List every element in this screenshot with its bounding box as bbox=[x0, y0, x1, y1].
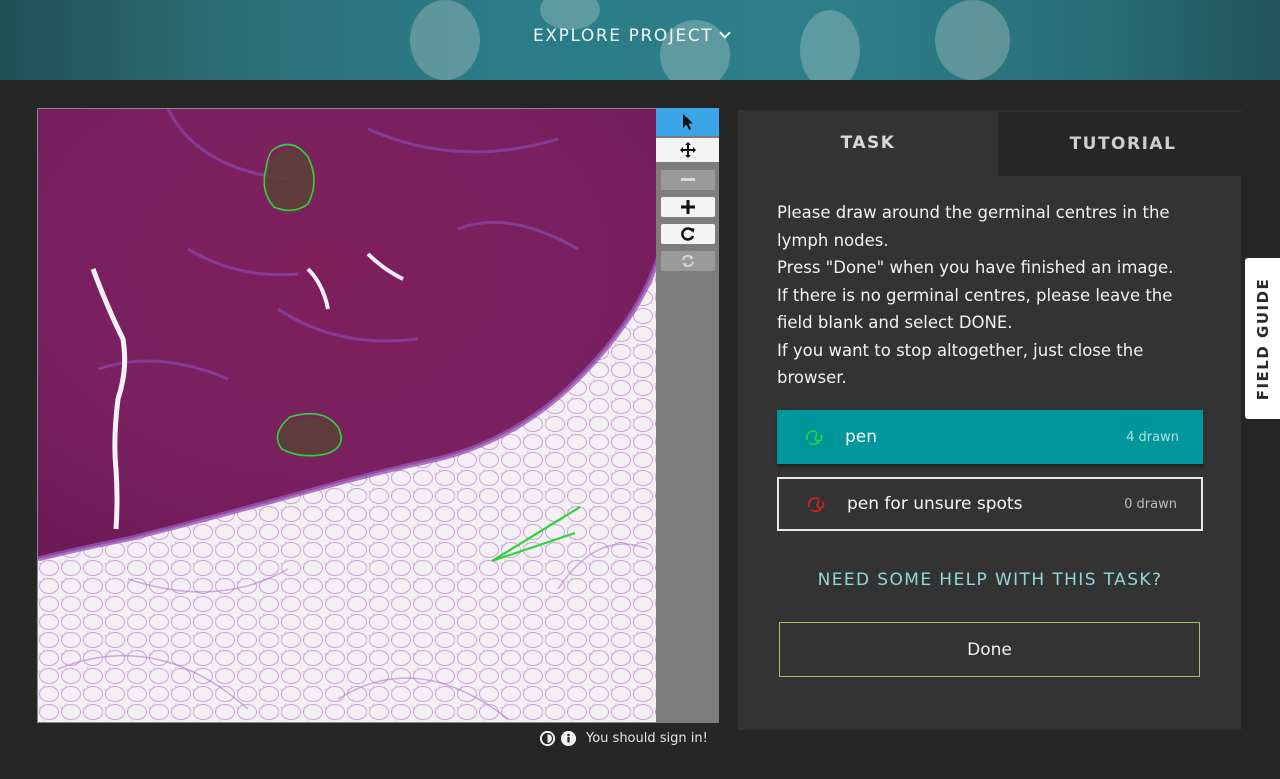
drawing-tool-pen-unsure[interactable]: pen for unsure spots 0 drawn bbox=[777, 477, 1203, 531]
banner-decoration bbox=[410, 0, 480, 80]
task-panel: TASK TUTORIAL Please draw around the ger… bbox=[738, 110, 1248, 730]
project-header-banner: EXPLORE PROJECT bbox=[0, 0, 1280, 80]
freehand-pen-icon bbox=[808, 497, 825, 513]
banner-decoration bbox=[935, 0, 1010, 80]
tab-task[interactable]: TASK bbox=[738, 110, 998, 176]
viewer-toolbar bbox=[656, 108, 719, 723]
freehand-pen-icon bbox=[806, 430, 823, 446]
refresh-icon bbox=[681, 227, 695, 241]
drawing-tool-label: pen bbox=[845, 427, 878, 447]
pointer-tool-button[interactable] bbox=[656, 108, 719, 136]
drawing-tool-label: pen for unsure spots bbox=[847, 494, 1023, 514]
cursor-arrow-icon bbox=[682, 114, 693, 130]
viewer-footer: You should sign in! bbox=[540, 728, 708, 748]
zoom-in-button[interactable] bbox=[661, 197, 715, 217]
rotate-icon bbox=[682, 255, 694, 267]
move-arrows-icon bbox=[679, 142, 696, 158]
info-icon[interactable] bbox=[561, 730, 576, 746]
invert-colors-icon[interactable] bbox=[540, 730, 555, 746]
plus-icon bbox=[681, 200, 695, 214]
lymph-node-tissue-image[interactable] bbox=[38, 109, 657, 723]
subject-image-viewer[interactable] bbox=[37, 108, 657, 723]
rotate-button[interactable] bbox=[661, 251, 715, 271]
banner-decoration bbox=[800, 10, 860, 80]
tab-tutorial[interactable]: TUTORIAL bbox=[998, 112, 1248, 176]
drawn-count: 4 drawn bbox=[1126, 429, 1179, 445]
instruction-line: Please draw around the germinal centres … bbox=[777, 203, 1170, 250]
field-guide-label: FIELD GUIDE bbox=[1253, 277, 1272, 400]
drawn-count: 0 drawn bbox=[1124, 496, 1177, 512]
task-help-link[interactable]: NEED SOME HELP WITH THIS TASK? bbox=[778, 570, 1202, 590]
explore-project-label: EXPLORE PROJECT bbox=[533, 26, 714, 46]
instruction-line: Press "Done" when you have finished an i… bbox=[777, 258, 1174, 277]
sign-in-notice[interactable]: You should sign in! bbox=[586, 731, 708, 746]
pan-tool-button[interactable] bbox=[656, 138, 719, 162]
explore-project-menu[interactable]: EXPLORE PROJECT bbox=[533, 26, 731, 46]
chevron-down-icon bbox=[719, 27, 731, 39]
reset-view-button[interactable] bbox=[661, 224, 715, 244]
done-button[interactable]: Done bbox=[779, 622, 1200, 677]
zoom-out-button[interactable] bbox=[661, 170, 715, 190]
drawing-tool-pen[interactable]: pen 4 drawn bbox=[777, 410, 1203, 464]
field-guide-tab[interactable]: FIELD GUIDE bbox=[1245, 258, 1280, 419]
instruction-line: If there is no germinal centres, please … bbox=[777, 285, 1173, 333]
task-instructions: Please draw around the germinal centres … bbox=[777, 199, 1197, 392]
instruction-line: If you want to stop altogether, just clo… bbox=[777, 340, 1144, 388]
minus-icon bbox=[681, 178, 695, 181]
